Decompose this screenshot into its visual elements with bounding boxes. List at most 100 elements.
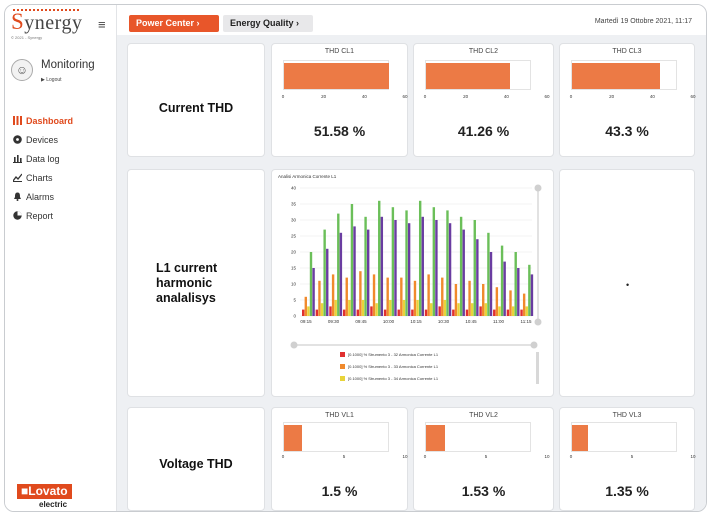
- chart-bar: [498, 306, 501, 316]
- chart-bar: [380, 216, 384, 316]
- chart-bar: [323, 229, 326, 316]
- chart-bar: [482, 284, 485, 316]
- bell-icon: [14, 192, 21, 201]
- chart-bar: [525, 306, 528, 316]
- grid-icon: [13, 116, 22, 125]
- chart-bar: [487, 232, 490, 316]
- voltage-thd-title: Voltage THD: [159, 457, 233, 471]
- axis-tick-label: 10: [544, 454, 550, 459]
- sidebar-item-report[interactable]: Report: [13, 206, 73, 225]
- chart-bar: [517, 268, 520, 316]
- empty-card: •: [559, 169, 695, 397]
- hamburger-icon[interactable]: ≡: [98, 17, 106, 32]
- chart-bar: [361, 300, 365, 316]
- x-tick-label: 10:15: [410, 319, 422, 324]
- chart-bar: [500, 245, 504, 316]
- axis-tick-label: 0: [281, 94, 285, 99]
- lovato-brand: ■Lovato: [17, 484, 72, 499]
- voltage-thd-axis: 0 5 10: [423, 454, 550, 461]
- y-tick-label: 25: [291, 234, 297, 239]
- line-chart-icon: [13, 173, 22, 182]
- chart-bar: [511, 306, 515, 316]
- dashboard-main: Current THD THD CL1 0 20 40 60 51.58 % THD CL2…: [117, 35, 706, 511]
- chart-bar: [386, 277, 389, 316]
- breadcrumb-power-center[interactable]: Power Center ›: [129, 15, 219, 32]
- sidebar-item-alarms[interactable]: Alarms: [13, 187, 73, 206]
- bar-chart-icon: [13, 155, 22, 163]
- sidebar-item-charts[interactable]: Charts: [13, 168, 73, 187]
- sidebar-item-dashboard[interactable]: Dashboard: [13, 111, 73, 130]
- logout-label: Logout: [46, 77, 62, 83]
- y-tick-label: 35: [291, 202, 297, 207]
- chart-bar: [528, 264, 531, 316]
- sidebar-item-data-log[interactable]: Data log: [13, 149, 73, 168]
- chart-bar: [489, 252, 493, 316]
- axis-tick-label: 0: [281, 454, 285, 459]
- legend-swatch: [340, 364, 345, 369]
- harmonic-title: L1 current harmonic analalisys: [156, 261, 256, 306]
- chart-bar: [309, 252, 313, 316]
- y-tick-label: 5: [293, 298, 296, 303]
- x-tick-label: 10:45: [465, 319, 477, 324]
- axis-tick-label: 20: [321, 94, 327, 99]
- chart-bar: [530, 274, 534, 316]
- current-thd-card-1: THD CL1 0 20 40 60 51.58 %: [271, 43, 408, 157]
- axis-tick-label: 0: [569, 94, 573, 99]
- legend-scrollbar: [536, 352, 539, 384]
- chart-bar: [446, 210, 449, 316]
- current-thd-value: 43.3 %: [605, 123, 649, 139]
- chart-bar: [438, 306, 441, 316]
- chart-bar: [432, 207, 436, 316]
- current-thd-label-card: Current THD: [127, 43, 265, 157]
- chart-bar: [443, 300, 447, 316]
- x-tick-label: 10:00: [383, 319, 395, 324]
- chart-bar: [457, 303, 460, 316]
- current-thd-bar-fill: [426, 63, 510, 89]
- chart-bar: [366, 229, 370, 316]
- current-thd-axis: 0 20 40 60: [569, 94, 696, 101]
- y-tick-label: 40: [291, 186, 297, 191]
- v-scroll-handle: [534, 318, 542, 326]
- sidebar-item-devices[interactable]: Devices: [13, 130, 73, 149]
- chart-bar: [320, 303, 324, 316]
- sidebar: Synergy © 2021 - Synergy ≡ ☺ Monitoring …: [5, 5, 117, 511]
- chart-bar: [372, 274, 376, 316]
- current-thd-value: 41.26 %: [457, 123, 510, 139]
- current-thd-bar-track: [425, 60, 531, 90]
- axis-tick-label: 0: [423, 454, 427, 459]
- chart-bar: [430, 303, 433, 316]
- chart-bar: [364, 216, 367, 316]
- chart-bar: [391, 207, 395, 316]
- x-tick-label: 11:00: [493, 319, 504, 324]
- chart-bar: [356, 309, 359, 316]
- date-time: Martedì 19 Ottobre 2021, 11:17: [594, 18, 692, 25]
- pie-icon: [13, 211, 22, 220]
- app-window: Synergy © 2021 - Synergy ≡ ☺ Monitoring …: [4, 4, 707, 512]
- harmonic-title-line: L1 current: [156, 261, 218, 275]
- breadcrumb-energy-quality[interactable]: Energy Quality ›: [223, 15, 313, 32]
- chart-bar: [503, 261, 506, 316]
- voltage-thd-bar-fill: [284, 425, 303, 451]
- voltage-thd-card-1: THD VL1 0 5 10 1.5 %: [271, 407, 408, 511]
- axis-tick-label: 20: [609, 94, 615, 99]
- chart-bar: [331, 274, 335, 316]
- chart-bar: [522, 293, 526, 316]
- axis-tick-label: 20: [463, 94, 469, 99]
- chart-bar: [350, 204, 354, 316]
- chart-bar: [495, 287, 499, 316]
- lovato-name: Lovato: [28, 484, 68, 498]
- voltage-thd-bar-track: [425, 422, 531, 452]
- axis-tick-label: 0: [569, 454, 573, 459]
- chart-bar: [418, 200, 422, 316]
- current-thd-bar-fill: [284, 63, 389, 89]
- v-scroll-handle: [534, 184, 542, 192]
- harmonic-chart[interactable]: Analisi Armonica Corrente L1 0 5 10 15 20 25 30…: [272, 170, 555, 398]
- logout-link[interactable]: ▶ Logout: [41, 77, 62, 83]
- axis-tick-label: 60: [402, 94, 408, 99]
- lovato-logo: ■Lovato electric: [17, 482, 79, 509]
- chart-bar: [307, 306, 310, 316]
- chart-bar: [370, 306, 373, 316]
- chart-bar: [339, 232, 343, 316]
- chart-bar: [359, 271, 362, 316]
- chart-bar: [302, 309, 305, 316]
